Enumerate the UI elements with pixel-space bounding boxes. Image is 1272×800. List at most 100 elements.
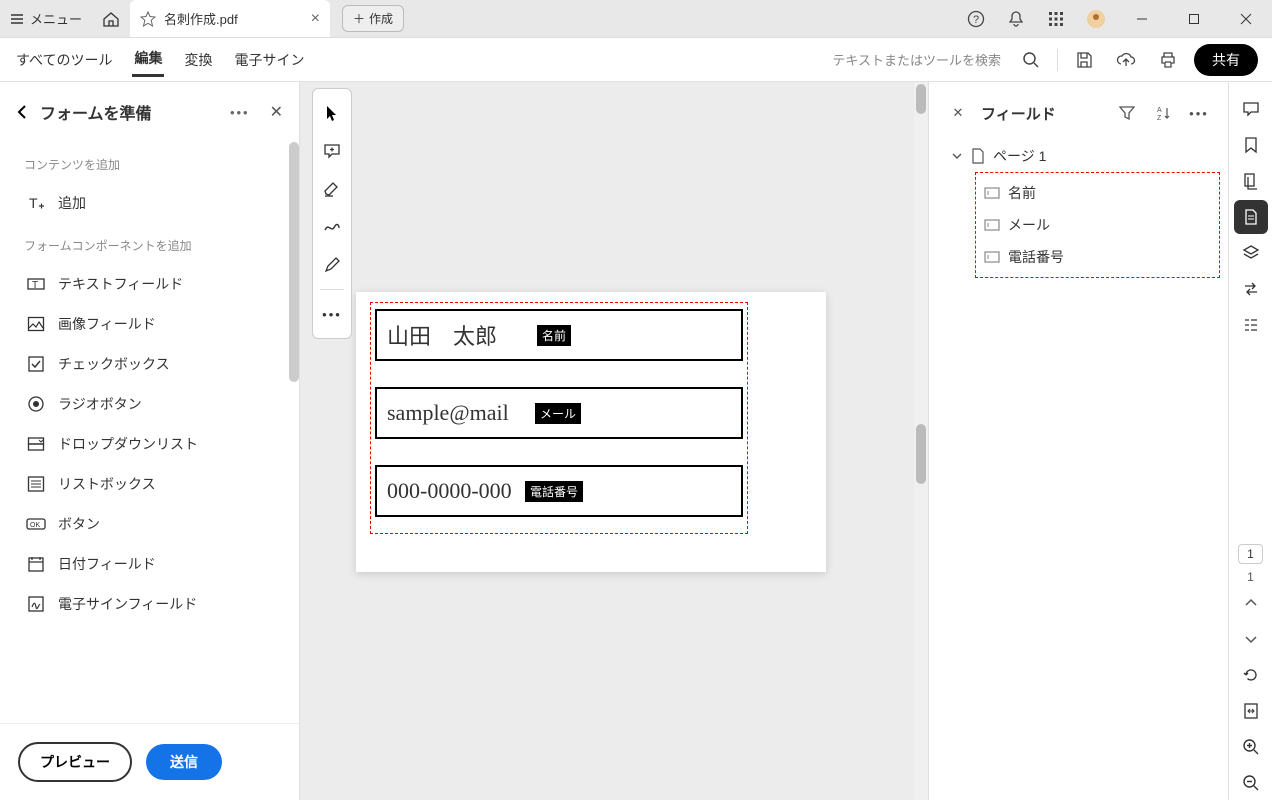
- left-panel-more[interactable]: •••: [230, 105, 250, 120]
- add-content-item[interactable]: T 追加: [20, 183, 291, 223]
- rail-layers[interactable]: [1234, 236, 1268, 270]
- back-button[interactable]: [16, 104, 28, 120]
- comp-date-field[interactable]: 日付フィールド: [20, 544, 291, 584]
- comp-image-field[interactable]: 画像フィールド: [20, 304, 291, 344]
- rail-zoom-out[interactable]: [1234, 766, 1268, 800]
- palette-highlight[interactable]: [316, 171, 348, 207]
- left-scrollbar[interactable]: [289, 142, 299, 382]
- filter-button[interactable]: [1114, 100, 1140, 126]
- grid-icon: [1048, 11, 1064, 27]
- rail-fit[interactable]: [1234, 694, 1268, 728]
- close-icon: [1240, 13, 1252, 25]
- palette-select[interactable]: [316, 95, 348, 131]
- form-field-name[interactable]: 山田 太郎 名前: [375, 309, 743, 361]
- save-icon: [1075, 51, 1093, 69]
- form-field-phone[interactable]: 000-0000-000 電話番号: [375, 465, 743, 517]
- left-panel-close[interactable]: ✕: [270, 102, 283, 122]
- tree-field-phone[interactable]: 電話番号: [980, 241, 1215, 273]
- rail-zoom-in[interactable]: [1234, 730, 1268, 764]
- window-minimize[interactable]: [1120, 0, 1164, 38]
- tree-page-label: ページ 1: [993, 146, 1046, 166]
- field-tag: メール: [535, 403, 581, 424]
- search-placeholder[interactable]: テキストまたはツールを検索: [832, 50, 1005, 69]
- save-button[interactable]: [1068, 44, 1100, 76]
- section-add-components: フォームコンポーネントを追加: [24, 237, 291, 254]
- comp-radio[interactable]: ラジオボタン: [20, 384, 291, 424]
- tree-field-label: 電話番号: [1008, 247, 1064, 267]
- search-button[interactable]: [1015, 44, 1047, 76]
- form-field-mail[interactable]: sample@mail メール: [375, 387, 743, 439]
- tool-edit[interactable]: 編集: [132, 42, 164, 77]
- palette-comment[interactable]: [316, 133, 348, 169]
- window-maximize[interactable]: [1172, 0, 1216, 38]
- dropdown-icon: [26, 434, 46, 454]
- vscroll-thumb[interactable]: [916, 84, 926, 114]
- rail-bookmark[interactable]: [1234, 128, 1268, 162]
- print-button[interactable]: [1152, 44, 1184, 76]
- rail-page-down[interactable]: [1234, 622, 1268, 656]
- palette-divider: [320, 289, 344, 290]
- preview-button[interactable]: プレビュー: [18, 742, 132, 782]
- share-button[interactable]: 共有: [1194, 44, 1258, 76]
- tree-field-mail[interactable]: メール: [980, 209, 1215, 241]
- apps-button[interactable]: [1040, 3, 1072, 35]
- sort-button[interactable]: AZ: [1150, 100, 1176, 126]
- selection-group[interactable]: 山田 太郎 名前 sample@mail メール 000-0000-000 電話…: [370, 302, 748, 534]
- right-panel-close[interactable]: ✕: [945, 100, 971, 126]
- tree-fields-group: 名前 メール 電話番号: [975, 172, 1220, 278]
- menu-button[interactable]: メニュー: [0, 0, 92, 37]
- cloud-upload-icon: [1116, 51, 1136, 69]
- cloud-button[interactable]: [1110, 44, 1142, 76]
- comp-label: ラジオボタン: [58, 394, 142, 414]
- field-icon: [984, 187, 1000, 199]
- comp-dropdown[interactable]: ドロップダウンリスト: [20, 424, 291, 464]
- rail-arrows[interactable]: [1234, 272, 1268, 306]
- page-number-badge[interactable]: 1: [1238, 544, 1263, 564]
- fields-tree: ページ 1 名前 メール 電話番号: [937, 140, 1220, 278]
- tree-page-row[interactable]: ページ 1: [947, 140, 1220, 172]
- palette-sign[interactable]: [316, 247, 348, 283]
- section-add-content: コンテンツを追加: [24, 156, 291, 173]
- svg-text:OK: OK: [30, 522, 40, 529]
- rail-fields[interactable]: [1234, 200, 1268, 234]
- layers-icon: [1242, 244, 1260, 262]
- hamburger-icon: [10, 12, 24, 26]
- comp-text-field[interactable]: T テキストフィールド: [20, 264, 291, 304]
- palette-more[interactable]: •••: [316, 296, 348, 332]
- rail-rotate[interactable]: [1234, 658, 1268, 692]
- tool-esign[interactable]: 電子サイン: [232, 44, 306, 76]
- document-tab[interactable]: 名刺作成.pdf ×: [130, 0, 330, 37]
- account-button[interactable]: [1080, 3, 1112, 35]
- pdf-page[interactable]: 山田 太郎 名前 sample@mail メール 000-0000-000 電話…: [356, 292, 826, 572]
- rail-thumbnails[interactable]: [1234, 164, 1268, 198]
- svg-text:A: A: [1157, 107, 1162, 114]
- rail-tree[interactable]: [1234, 308, 1268, 342]
- tab-close-button[interactable]: ×: [311, 10, 320, 28]
- canvas-vscroll[interactable]: [914, 82, 928, 800]
- tree-field-name[interactable]: 名前: [980, 177, 1215, 209]
- text-add-icon: T: [26, 193, 46, 213]
- tool-palette: •••: [312, 88, 352, 339]
- create-button[interactable]: ＋ 作成: [342, 5, 404, 32]
- home-button[interactable]: [92, 0, 130, 37]
- comp-checkbox[interactable]: チェックボックス: [20, 344, 291, 384]
- tree-field-label: 名前: [1008, 183, 1036, 203]
- comment-add-icon: [323, 142, 341, 160]
- right-panel-more[interactable]: •••: [1186, 100, 1212, 126]
- tool-all-tools[interactable]: すべてのツール: [14, 44, 114, 76]
- notifications-button[interactable]: [1000, 3, 1032, 35]
- palette-draw[interactable]: [316, 209, 348, 245]
- comp-listbox[interactable]: リストボックス: [20, 464, 291, 504]
- comp-esign-field[interactable]: 電子サインフィールド: [20, 584, 291, 624]
- comp-button[interactable]: OK ボタン: [20, 504, 291, 544]
- tool-convert[interactable]: 変換: [182, 44, 214, 76]
- help-button[interactable]: ?: [960, 3, 992, 35]
- send-button[interactable]: 送信: [146, 744, 222, 780]
- vscroll-thumb-2[interactable]: [916, 424, 926, 484]
- rail-page-up[interactable]: [1234, 586, 1268, 620]
- field-value: 000-0000-000: [387, 478, 512, 504]
- right-panel-title: フィールド: [981, 103, 1104, 124]
- rail-comment[interactable]: [1234, 92, 1268, 126]
- window-close[interactable]: [1224, 0, 1268, 38]
- tree-icon: [1242, 316, 1260, 334]
